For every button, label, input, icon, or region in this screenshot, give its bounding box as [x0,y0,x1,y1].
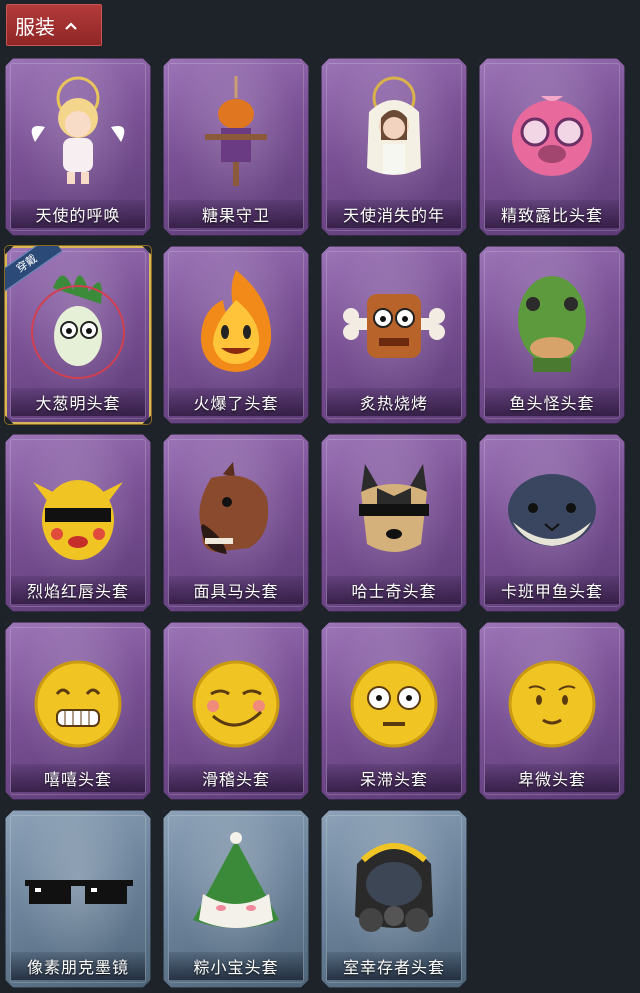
costume-card[interactable]: 室幸存者头套 [321,810,467,988]
gas-mask-helmet-icon [355,843,433,932]
costume-name: 像素朋克墨镜 [26,958,129,977]
card-name-bar: 像素朋克墨镜 [11,952,145,980]
costume-name: 天使消失的年 [342,206,445,225]
costume-card[interactable]: 卑微头套 [479,622,625,800]
card-name-bar: 呆滞头套 [327,764,461,792]
costume-card[interactable]: 糖果守卫 [163,58,309,236]
halo-girl-icon [367,76,421,175]
costume-name: 室幸存者头套 [342,958,445,977]
costume-card[interactable]: 精致露比头套 [479,58,625,236]
costume-card[interactable]: 火爆了头套 [163,246,309,424]
costume-name: 面具马头套 [193,582,279,601]
costume-card[interactable]: 哈士奇头套 [321,434,467,612]
dazed-emoji-icon [350,660,438,748]
costume-card[interactable]: 烈焰红唇头套 [5,434,151,612]
horse-mask-icon [199,462,269,554]
grin-emoji-icon [34,660,122,748]
card-name-bar: 卡班甲鱼头套 [485,576,619,604]
costume-name: 炙热烧烤 [359,394,428,413]
card-name-bar: 天使的呼唤 [11,200,145,228]
costume-name: 卑微头套 [517,770,586,789]
card-name-bar: 炙热烧烤 [327,388,461,416]
costume-name: 精致露比头套 [500,206,603,225]
costume-name: 大葱明头套 [35,394,121,413]
costume-name: 鱼头怪头套 [509,394,595,413]
costume-name: 嘻嘻头套 [43,770,112,789]
costume-card[interactable]: 天使的呼唤 [5,58,151,236]
fire-head-icon [201,270,272,372]
costume-card[interactable]: 粽小宝头套 [163,810,309,988]
card-name-bar: 面具马头套 [169,576,303,604]
costume-card[interactable]: 天使消失的年 [321,58,467,236]
costume-name: 粽小宝头套 [193,958,279,977]
card-name-bar: 精致露比头套 [485,200,619,228]
yellow-mouse-glasses-icon [33,480,123,560]
card-name-bar: 滑稽头套 [169,764,303,792]
costume-card[interactable]: 鱼头怪头套 [479,246,625,424]
pixel-sunglasses-icon [25,880,133,904]
category-tab-clothing[interactable]: 服装 [6,4,102,46]
scallion-head-icon [31,275,125,379]
card-name-bar: 天使消失的年 [327,200,461,228]
costume-card[interactable]: 呆滞头套 [321,622,467,800]
costume-name: 呆滞头套 [359,770,428,789]
card-name-bar: 室幸存者头套 [327,952,461,980]
category-tab-label: 服装 [15,14,55,39]
costume-card[interactable]: 面具马头套 [163,434,309,612]
costume-name: 烈焰红唇头套 [26,582,129,601]
card-name-bar: 鱼头怪头套 [485,388,619,416]
card-name-bar: 哈士奇头套 [327,576,461,604]
card-name-bar: 火爆了头套 [169,388,303,416]
card-name-bar: 烈焰红唇头套 [11,576,145,604]
costume-card[interactable]: 像素朋克墨镜 [5,810,151,988]
costume-name: 糖果守卫 [201,206,270,225]
costume-card[interactable]: 嘻嘻头套 [5,622,151,800]
angel-doll-icon [31,76,125,184]
fish-head-icon [518,276,586,372]
card-name-bar: 嘻嘻头套 [11,764,145,792]
card-name-bar: 大葱明头套 [11,388,145,416]
chevron-up-icon [65,18,77,34]
costume-name: 天使的呼唤 [35,206,121,225]
pumpkin-scarecrow-icon [205,76,267,186]
costume-card[interactable]: 炙热烧烤 [321,246,467,424]
card-name-bar: 卑微头套 [485,764,619,792]
pink-glasses-head-icon [512,96,592,176]
costume-name: 哈士奇头套 [351,582,437,601]
costume-card[interactable]: 滑稽头套 [163,622,309,800]
costume-name: 滑稽头套 [201,770,270,789]
zongzi-head-icon [193,832,279,928]
smirk-emoji-icon [192,660,280,748]
card-name-bar: 粽小宝头套 [169,952,303,980]
whale-head-icon [508,474,596,546]
husky-glasses-icon [359,464,429,552]
costume-card[interactable]: 大葱明头套 穿戴 [5,246,151,424]
card-name-bar: 糖果守卫 [169,200,303,228]
costume-card[interactable]: 卡班甲鱼头套 [479,434,625,612]
costume-name: 卡班甲鱼头套 [500,582,603,601]
meat-bone-icon [343,294,445,358]
humble-emoji-icon [508,660,596,748]
costume-name: 火爆了头套 [193,394,279,413]
